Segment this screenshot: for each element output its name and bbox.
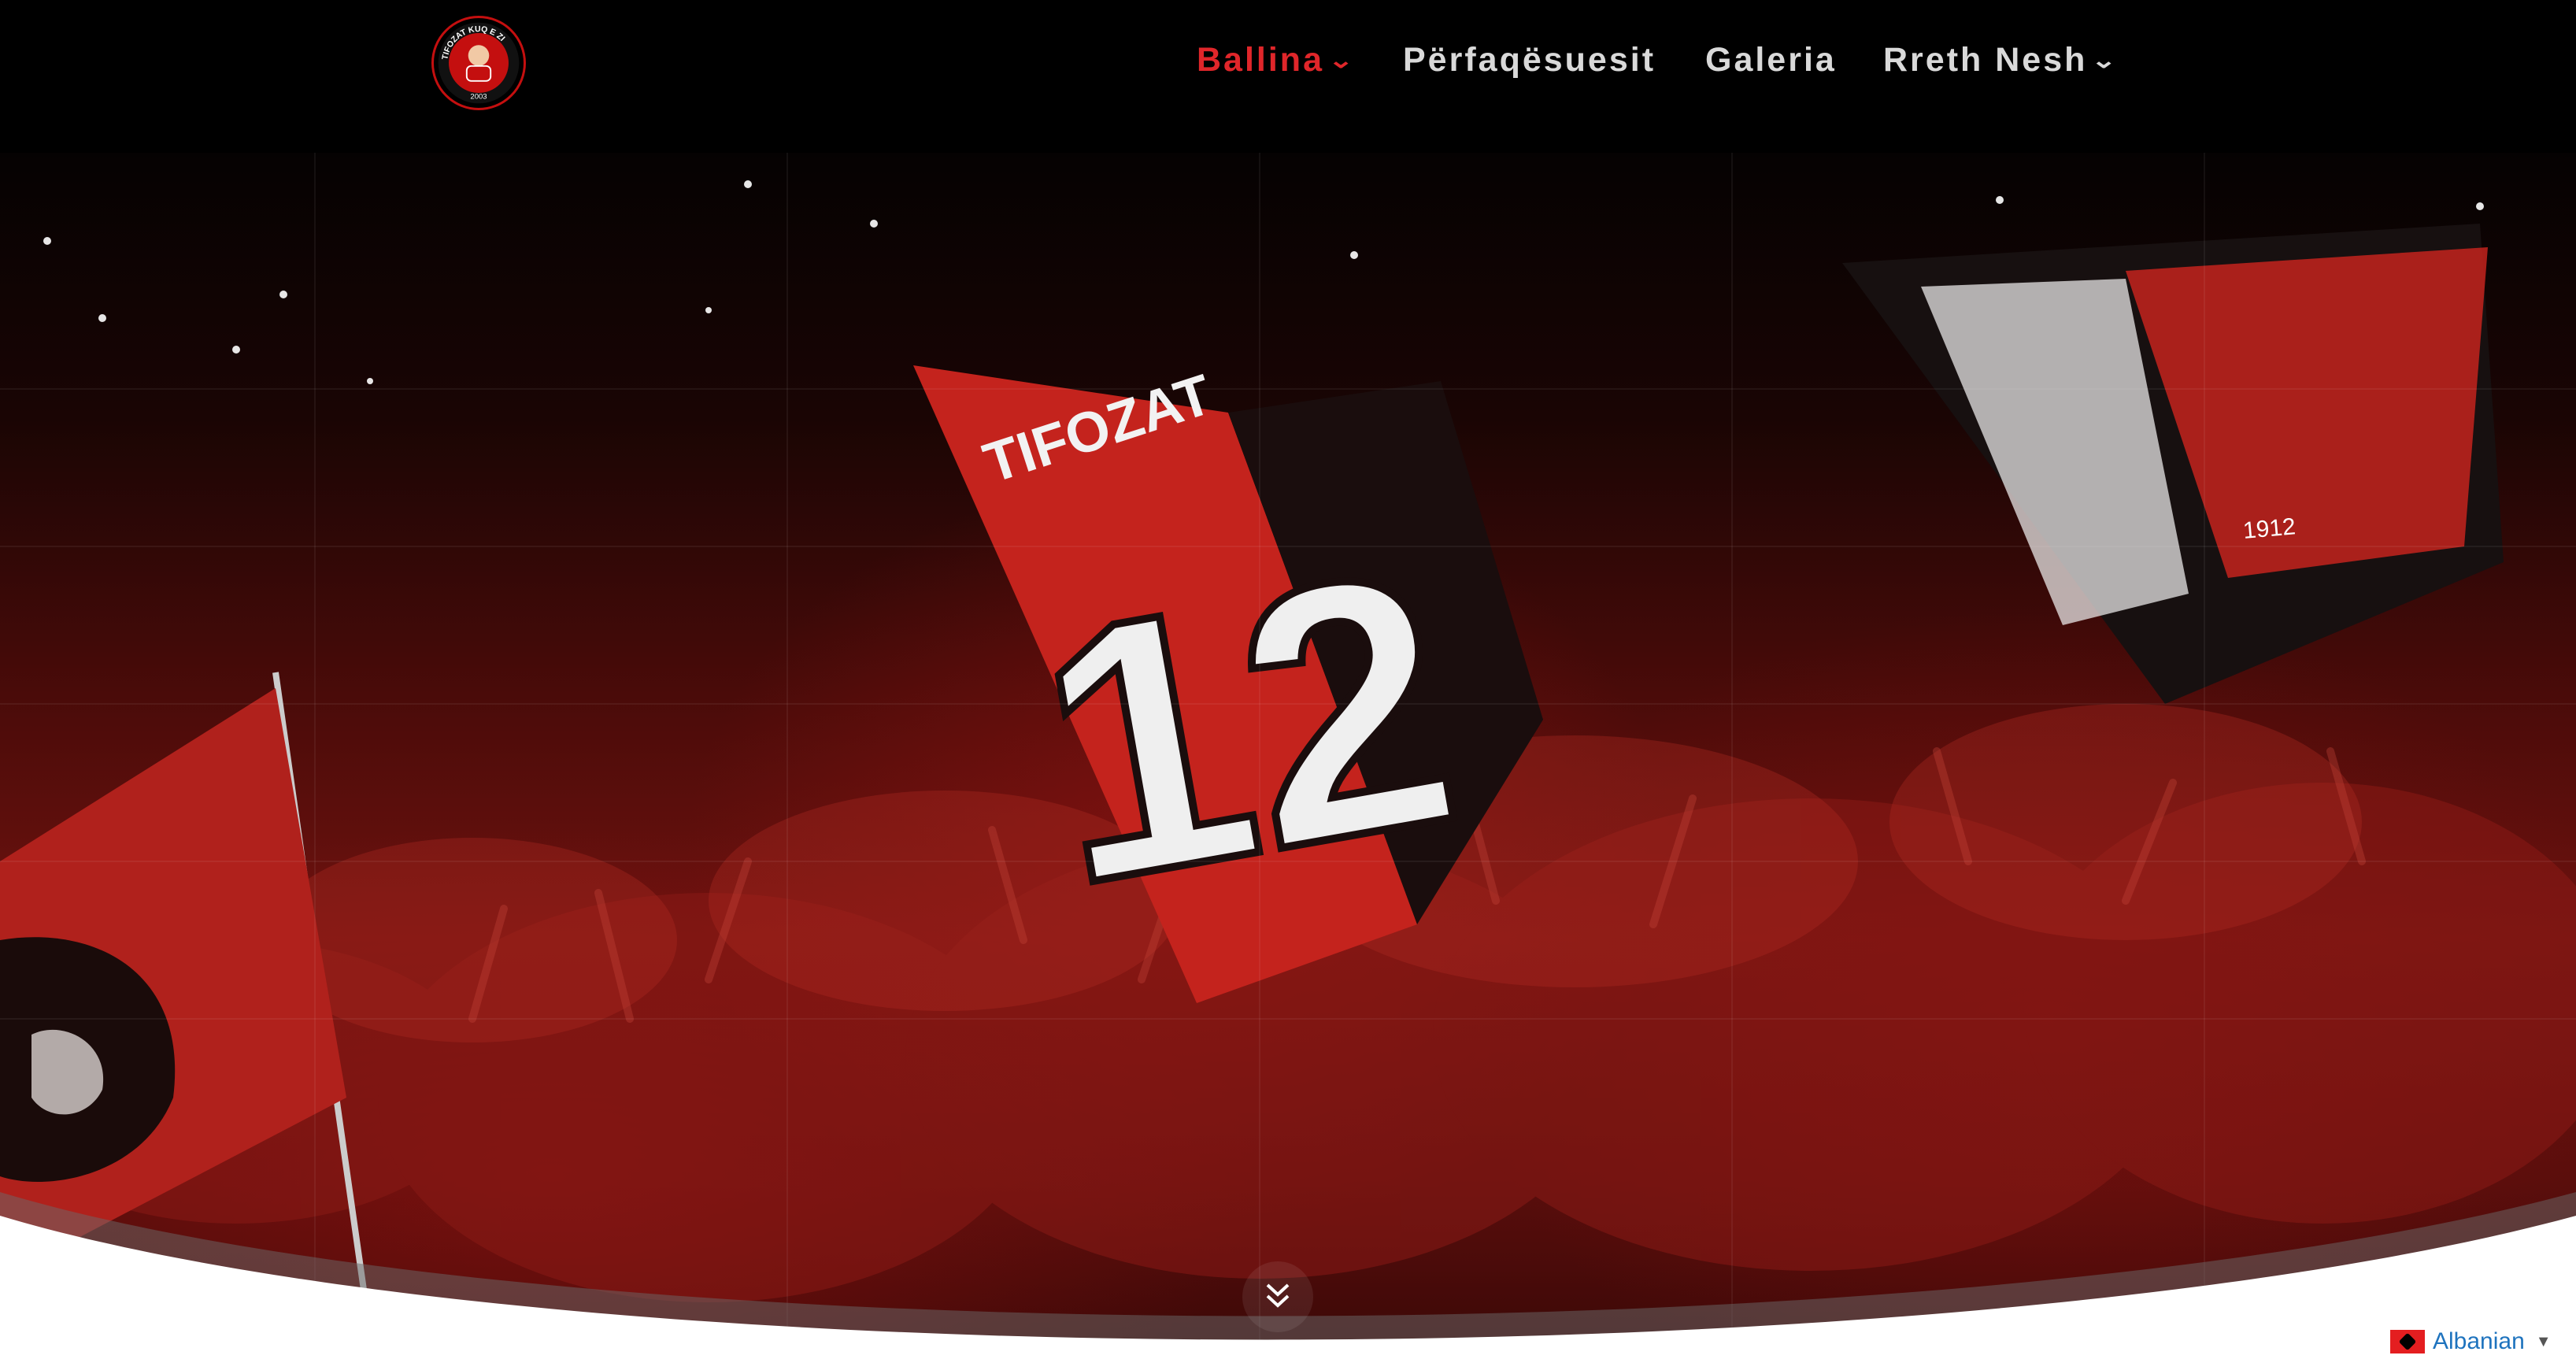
scroll-down-button[interactable] [1242,1261,1313,1332]
nav-label: Rreth Nesh [1883,41,2088,79]
dropdown-arrow-icon: ▼ [2535,1332,2552,1350]
nav-label: Ballina [1197,41,1324,79]
chevron-down-icon: ⌄ [1327,48,1357,72]
double-chevron-down-icon [1266,1283,1290,1308]
albanian-flag-icon [2390,1330,2425,1353]
nav-item-galeria[interactable]: Galeria [1705,41,1837,80]
nav-label: Përfaqësuesit [1403,41,1656,79]
hero-banner: TIFOZAT 12 1912 [0,153,2576,1359]
language-selector[interactable]: Albanian ▼ [2384,1326,2558,1357]
language-label: Albanian [2433,1328,2525,1354]
nav-item-ballina[interactable]: Ballina ⌄ [1197,41,1353,80]
site-logo[interactable]: TIFOZAT KUQ E ZI 2003 [431,16,526,110]
chevron-down-icon: ⌄ [2091,48,2121,72]
logo-year: 2003 [470,93,487,102]
nav-item-rreth-nesh[interactable]: Rreth Nesh ⌄ [1883,41,2117,80]
nav-label: Galeria [1705,41,1837,79]
hero-crowd-image: TIFOZAT 12 1912 [0,153,2576,1359]
flag-right-number: 1912 [2242,513,2297,544]
logo-emblem-icon: TIFOZAT KUQ E ZI 2003 [438,22,520,104]
nav-item-perfaqesuesit[interactable]: Përfaqësuesit [1403,41,1656,80]
flag-number: 12 [1014,493,1481,961]
site-header: TIFOZAT KUQ E ZI 2003 Ballina ⌄ Përfaqës… [0,0,2576,153]
